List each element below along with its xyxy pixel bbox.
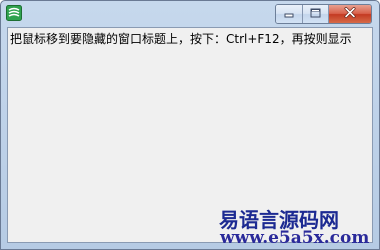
app-icon[interactable]	[6, 5, 22, 21]
instruction-label: 把鼠标移到要隐藏的窗口标题上，按下：Ctrl+F12，再按则显示	[10, 32, 352, 46]
watermark-site-url: www.e5a5x.com	[220, 228, 370, 248]
minimize-button[interactable]	[276, 5, 303, 23]
close-icon	[344, 5, 356, 23]
window-controls	[275, 4, 372, 24]
minimize-icon	[284, 5, 294, 23]
maximize-button[interactable]	[303, 5, 329, 23]
maximize-icon	[310, 5, 321, 23]
client-area: 把鼠标移到要隐藏的窗口标题上，按下：Ctrl+F12，再按则显示 易语言源码网 …	[7, 27, 373, 248]
title-bar[interactable]	[1, 1, 379, 27]
close-button[interactable]	[329, 5, 371, 23]
app-window: 把鼠标移到要隐藏的窗口标题上，按下：Ctrl+F12，再按则显示 易语言源码网 …	[0, 0, 380, 250]
